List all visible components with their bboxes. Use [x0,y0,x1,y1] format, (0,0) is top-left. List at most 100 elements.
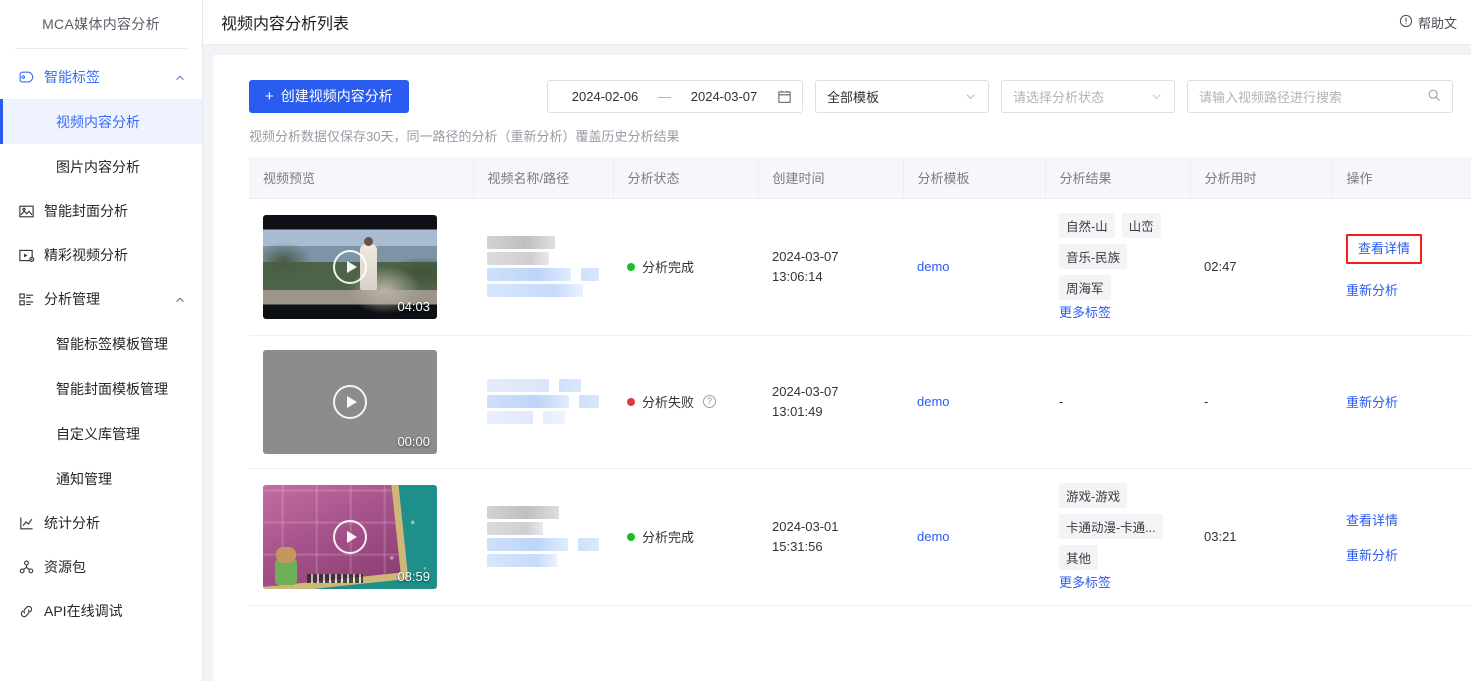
search-input[interactable]: 请输入视频路径进行搜索 [1187,79,1453,113]
tag-chip: 游戏-游戏 [1059,482,1128,508]
tag-chip: 音乐-民族 [1059,243,1128,269]
sidebar-group-label: 分析管理 [44,291,100,307]
reanalyze-link[interactable]: 重新分析 [1346,280,1398,299]
cell-analysis-result: - [1045,335,1190,469]
tag-chip: 山峦 [1121,212,1161,238]
image-icon [17,202,35,220]
thumbnail-watermark [307,573,363,583]
thumbnail-art-character [275,546,297,585]
video-thumbnail[interactable]: 08:59 [263,484,437,589]
sidebar-item-label: 智能封面分析 [44,203,128,219]
calendar-icon [777,89,792,104]
play-icon[interactable] [333,519,367,554]
redaction-bar [487,538,569,551]
sidebar-group-label: 智能标签 [44,69,100,85]
created-time: 13:01:49 [772,403,823,419]
table-header: 视频预览 视频名称/路径 分析状态 创建时间 分析模板 分析结果 分析用时 操作 [249,157,1471,199]
template-link[interactable]: demo [917,394,950,409]
view-details-link[interactable]: 查看详情 [1358,240,1410,258]
template-select[interactable]: 全部模板 [815,79,989,113]
play-icon[interactable] [333,384,367,419]
redaction-bar [578,395,599,408]
redaction-row [487,538,599,551]
redaction-bar [487,284,583,297]
status-badge: 分析失败 ? [627,392,744,411]
column-analysis-result: 分析结果 [1044,157,1190,199]
sidebar: MCA媒体内容分析 智能标签 视频内容分析 图片内容分析 智能封面分析 精彩视频… [0,0,203,681]
sidebar-item-label: 智能标签模板管理 [56,335,168,352]
table-header-row: 视频预览 视频名称/路径 分析状态 创建时间 分析模板 分析结果 分析用时 操作 [249,157,1471,199]
sidebar-item-resource-package[interactable]: 资源包 [0,545,202,589]
template-link[interactable]: demo [917,259,950,274]
cell-analysis-status: 分析完成 [613,198,758,336]
redacted-video-path [487,236,599,297]
sidebar-item-smart-cover-template-management[interactable]: 智能封面模板管理 [0,366,202,411]
redaction-row [487,268,599,281]
redaction-bar [578,538,599,551]
sidebar-item-image-content-analysis[interactable]: 图片内容分析 [0,144,202,189]
video-thumbnail[interactable]: 00:00 [263,349,437,454]
sidebar-item-smart-tag-template-management[interactable]: 智能标签模板管理 [0,321,202,366]
redaction-bar [487,411,533,424]
status-dot-icon [627,397,635,406]
chevron-up-icon [174,71,186,83]
create-button-label: 创建视频内容分析 [280,88,393,104]
more-tags-link[interactable]: 更多标签 [1059,302,1176,321]
column-operations: 操作 [1331,157,1471,199]
create-video-analysis-button[interactable]: + 创建视频内容分析 [249,79,409,113]
sidebar-item-custom-library-management[interactable]: 自定义库管理 [0,411,202,456]
created-date: 2024-03-07 [772,383,839,399]
sidebar-item-notification-management[interactable]: 通知管理 [0,456,202,501]
more-tags-link[interactable]: 更多标签 [1059,572,1176,591]
chevron-down-icon [1150,90,1163,103]
question-circle-icon[interactable]: ? [703,395,717,408]
sidebar-item-statistics[interactable]: 统计分析 [0,501,202,545]
sidebar-group-smart-tag[interactable]: 智能标签 [0,55,202,99]
redaction-row [487,379,599,392]
status-select-placeholder: 请选择分析状态 [1013,89,1105,105]
search-placeholder: 请输入视频路径进行搜索 [1199,89,1343,105]
top-bar: 视频内容分析列表 帮助文 [203,0,1471,45]
redaction-row [487,411,599,424]
redaction-bar [559,379,581,392]
search-icon[interactable] [1427,88,1441,105]
app-root: MCA媒体内容分析 智能标签 视频内容分析 图片内容分析 智能封面分析 精彩视频… [0,0,1471,681]
cell-operations: 查看详情 重新分析 [1332,468,1471,606]
cell-video-preview: 00:00 [249,335,473,469]
cell-video-name-path [473,198,613,336]
help-button[interactable]: 帮助文 [1399,13,1457,32]
tag-chip: 卡通动漫-卡通... [1059,513,1163,539]
sidebar-item-label: 图片内容分析 [56,158,140,175]
sidebar-group-analysis-management[interactable]: 分析管理 [0,277,202,321]
reanalyze-link[interactable]: 重新分析 [1346,392,1398,411]
operation-links: 重新分析 [1346,392,1460,411]
sidebar-item-highlight-video-analysis[interactable]: 精彩视频分析 [0,233,202,277]
status-label: 分析完成 [642,530,695,545]
template-link[interactable]: demo [917,529,950,544]
cell-analysis-template: demo [903,335,1045,469]
redacted-video-path [487,506,599,567]
info-circle-icon [1399,14,1413,31]
column-created-time: 创建时间 [757,157,903,199]
reanalyze-link[interactable]: 重新分析 [1346,545,1398,564]
play-icon[interactable] [333,249,367,284]
sidebar-item-label: API在线调试 [44,603,123,619]
status-select[interactable]: 请选择分析状态 [1001,79,1175,113]
cell-video-preview: 04:03 [249,198,473,336]
sidebar-item-label: 视频内容分析 [56,113,140,130]
table-row: 08:59 分析完成 2024-03-01 15:31:56 demo 游戏-游… [249,468,1471,606]
status-dot-icon [627,262,635,271]
table-body: 04:03 分析完成 2024-03-07 13:06:14 demo 自然-山… [249,198,1471,606]
video-thumbnail[interactable]: 04:03 [263,214,437,319]
date-range-picker[interactable]: 2024-02-06 — 2024-03-07 [547,79,803,113]
brand-title: MCA媒体内容分析 [42,16,160,32]
view-details-highlight: 查看详情 [1346,234,1423,264]
sidebar-item-smart-cover-analysis[interactable]: 智能封面分析 [0,189,202,233]
sidebar-item-label: 精彩视频分析 [44,247,128,263]
sidebar-item-api-debug[interactable]: API在线调试 [0,589,202,633]
help-label: 帮助文 [1417,15,1457,31]
sidebar-menu: 智能标签 视频内容分析 图片内容分析 智能封面分析 精彩视频分析 分析管理 智能… [0,49,202,633]
view-details-link[interactable]: 查看详情 [1346,510,1398,529]
cell-analysis-template: demo [903,198,1045,336]
sidebar-item-video-content-analysis[interactable]: 视频内容分析 [0,99,202,144]
